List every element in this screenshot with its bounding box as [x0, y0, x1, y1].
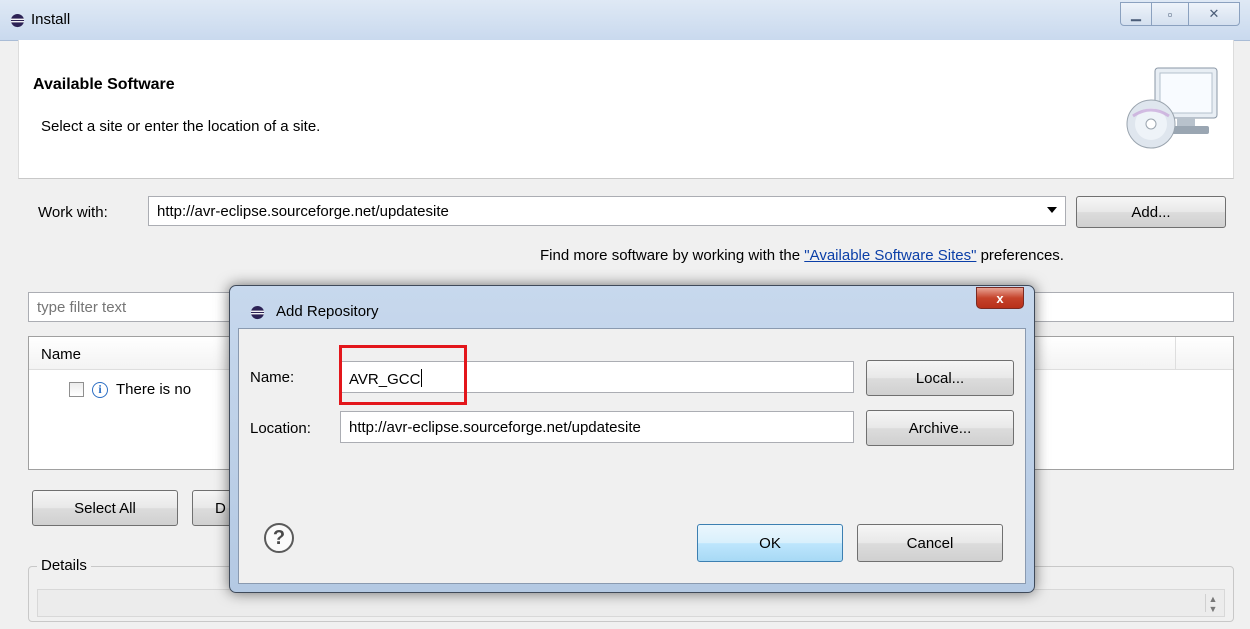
chevron-down-icon[interactable] — [1047, 207, 1057, 213]
eclipse-icon — [10, 13, 25, 28]
available-software-sites-link[interactable]: "Available Software Sites" — [804, 247, 976, 264]
cancel-button[interactable]: Cancel — [857, 524, 1003, 562]
dialog-close-button[interactable]: x — [976, 287, 1024, 309]
work-with-combo[interactable]: http://avr-eclipse.sourceforge.net/updat… — [148, 196, 1066, 226]
archive-button[interactable]: Archive... — [866, 410, 1014, 446]
name-label: Name: — [250, 369, 295, 386]
local-button[interactable]: Local... — [866, 360, 1014, 396]
title-bar: Install ▁ ▫ ✕ — [0, 0, 1250, 41]
page-title: Available Software — [33, 76, 175, 93]
checkbox[interactable] — [69, 382, 84, 397]
ok-button[interactable]: OK — [697, 524, 843, 562]
page-subtitle: Select a site or enter the location of a… — [41, 118, 321, 135]
location-value: http://avr-eclipse.sourceforge.net/updat… — [349, 419, 641, 436]
add-button[interactable]: Add... — [1076, 196, 1226, 228]
info-icon: i — [92, 381, 108, 398]
help-icon[interactable]: ? — [264, 523, 294, 553]
select-all-button[interactable]: Select All — [32, 490, 178, 526]
maximize-button[interactable]: ▫ — [1151, 2, 1189, 26]
eclipse-icon — [250, 305, 265, 320]
highlight-box — [339, 345, 467, 405]
tree-row-text: There is no — [116, 381, 192, 398]
details-label: Details — [37, 557, 91, 574]
column-separator[interactable] — [1175, 337, 1176, 369]
minimize-button[interactable]: ▁ — [1120, 2, 1152, 26]
find-more-prefix: Find more software by working with the — [540, 247, 805, 264]
wizard-header: Available Software Select a site or ente… — [18, 40, 1234, 179]
work-with-label: Work with: — [38, 204, 108, 221]
find-more-text: Find more software by working with the "… — [540, 247, 1064, 264]
window-title: Install — [31, 11, 71, 28]
find-more-suffix: preferences. — [976, 247, 1064, 264]
details-text-area[interactable]: ▲ ▼ — [37, 589, 1225, 617]
location-label: Location: — [250, 420, 311, 437]
tree-row[interactable]: i There is no — [69, 381, 191, 398]
dialog-title: Add Repository — [276, 303, 379, 320]
work-with-value: http://avr-eclipse.sourceforge.net/updat… — [157, 203, 449, 220]
location-field[interactable]: http://avr-eclipse.sourceforge.net/updat… — [340, 411, 854, 443]
scroll-arrows-icon[interactable]: ▲ ▼ — [1205, 594, 1220, 614]
close-button[interactable]: ✕ — [1188, 2, 1240, 26]
name-column-header[interactable]: Name — [41, 346, 81, 363]
install-software-icon — [1126, 67, 1218, 149]
window-controls: ▁ ▫ ✕ — [1120, 2, 1240, 26]
